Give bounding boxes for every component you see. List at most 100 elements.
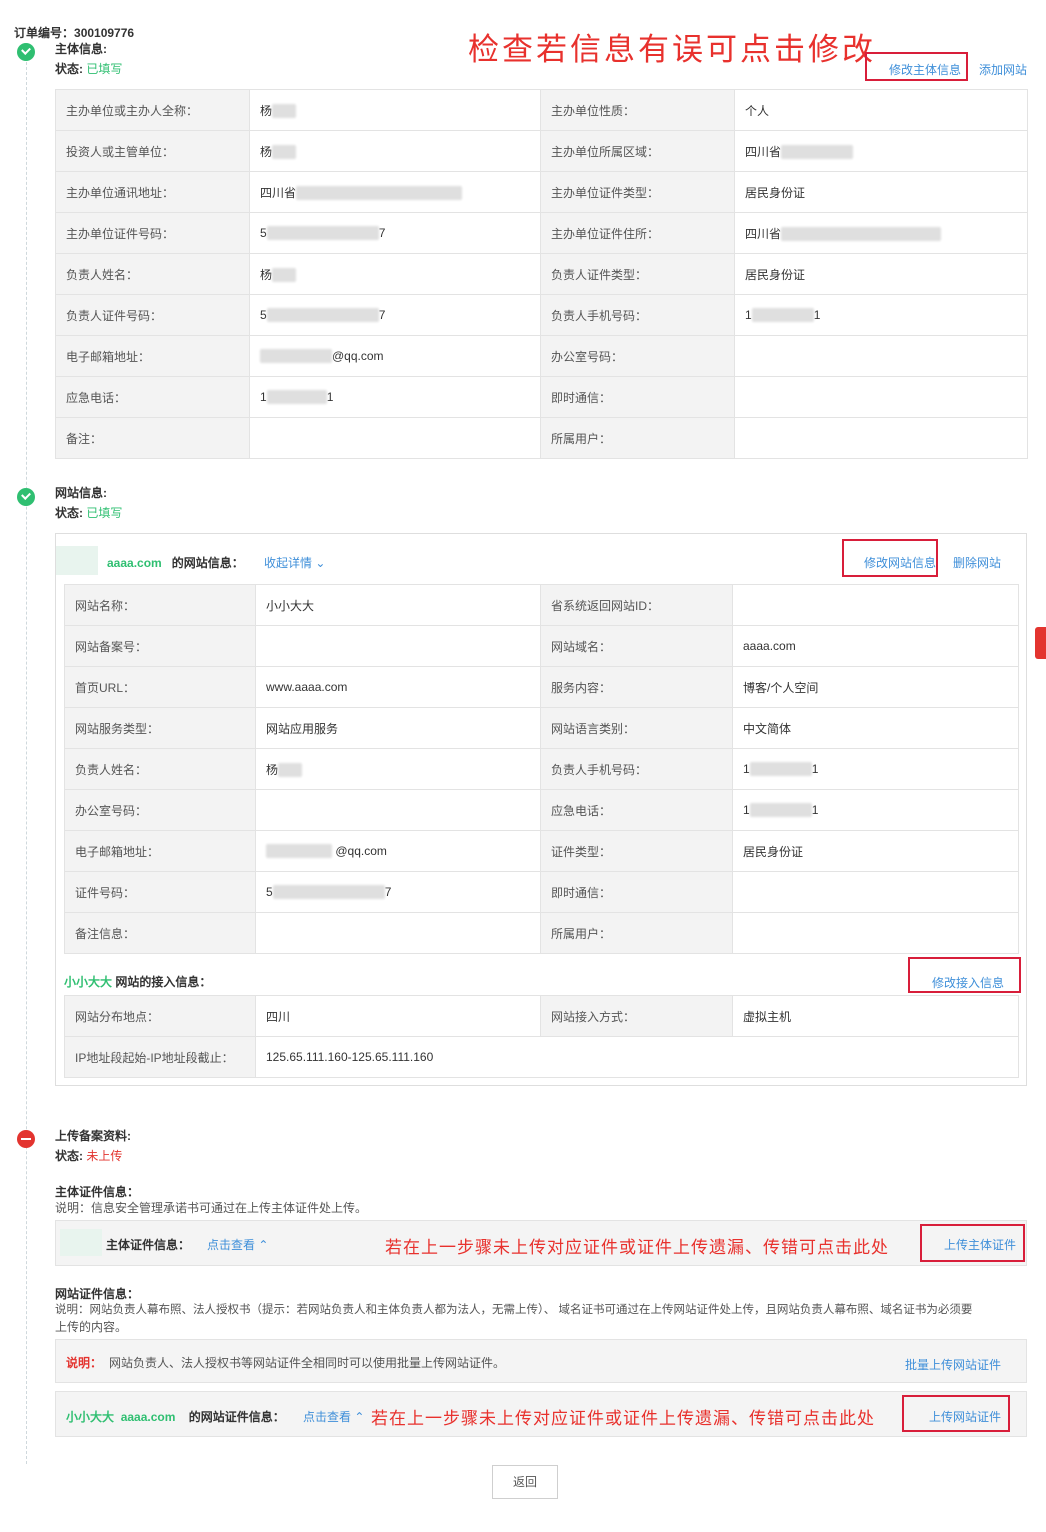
site-thumbnail bbox=[56, 546, 98, 575]
add-site-link[interactable]: 添加网站 bbox=[979, 61, 1027, 78]
field-label: 网站语言类别： bbox=[540, 707, 733, 749]
subject-status: 状态: 已填写 bbox=[55, 62, 123, 76]
field-value: 中文简体 bbox=[732, 707, 1019, 749]
field-label: 主办单位所属区域： bbox=[540, 130, 735, 172]
field-value: 杨 bbox=[249, 89, 541, 131]
website-table: 网站名称： 小小大大 省系统返回网站ID： 网站备案号： 网站域名： aaaa.… bbox=[64, 584, 1019, 954]
field-value: 虚拟主机 bbox=[732, 995, 1019, 1037]
website-title: 网站信息: bbox=[55, 486, 107, 500]
field-label: 备注： bbox=[55, 417, 250, 459]
field-value bbox=[732, 584, 1019, 626]
field-label: 所属用户： bbox=[540, 912, 733, 954]
view-main-cert-link[interactable]: 点击查看 ⌃ bbox=[207, 1236, 268, 1253]
chevron-up-icon: ⌃ bbox=[258, 1238, 269, 1252]
field-label: 负责人证件类型： bbox=[540, 253, 735, 295]
field-value: 57 bbox=[249, 294, 541, 336]
order-number: 订单编号：300109776 bbox=[14, 26, 135, 40]
field-label: 负责人手机号码： bbox=[540, 294, 735, 336]
edit-access-link[interactable]: 修改接入信息 bbox=[932, 974, 1004, 991]
field-value: 11 bbox=[734, 294, 1028, 336]
field-label: 主办单位通讯地址： bbox=[55, 171, 250, 213]
field-value: 小小大大 bbox=[255, 584, 541, 626]
field-value bbox=[732, 912, 1019, 954]
field-label: 应急电话： bbox=[55, 376, 250, 418]
field-label: 网站域名： bbox=[540, 625, 733, 667]
field-label: 证件号码： bbox=[64, 871, 256, 913]
table-row: 负责人证件号码： 57 负责人手机号码： 11 bbox=[55, 294, 1028, 336]
collapse-details-link[interactable]: 收起详情 ⌄ bbox=[264, 554, 325, 571]
annotation-upload-main: 若在上一步骤未上传对应证件或证件上传遗漏、传错可点击此处 bbox=[385, 1238, 889, 1258]
delete-website-link[interactable]: 删除网站 bbox=[953, 554, 1001, 571]
field-value: 57 bbox=[255, 871, 541, 913]
field-label: 证件类型： bbox=[540, 830, 733, 872]
table-row: 网站分布地点： 四川 网站接入方式： 虚拟主机 bbox=[64, 995, 1019, 1037]
field-value bbox=[255, 789, 541, 831]
field-value: 博客/个人空间 bbox=[732, 666, 1019, 708]
field-label: 办公室号码： bbox=[64, 789, 256, 831]
timeline-line bbox=[26, 52, 27, 1464]
field-label: 首页URL： bbox=[64, 666, 256, 708]
website-info-header: aaaa.com 的网站信息： bbox=[107, 556, 244, 570]
table-row: 主办单位通讯地址： 四川省 主办单位证件类型： 居民身份证 bbox=[55, 171, 1028, 213]
field-label: IP地址段起始-IP地址段截止： bbox=[64, 1036, 256, 1078]
table-row: 主办单位证件号码： 57 主办单位证件住所： 四川省 bbox=[55, 212, 1028, 254]
field-value bbox=[255, 912, 541, 954]
chevron-up-icon: ⌃ bbox=[354, 1410, 365, 1424]
field-value: 网站应用服务 bbox=[255, 707, 541, 749]
field-value: 杨 bbox=[249, 253, 541, 295]
field-value bbox=[732, 871, 1019, 913]
table-row: 办公室号码： 应急电话： 11 bbox=[64, 789, 1019, 831]
field-label: 主办单位证件号码： bbox=[55, 212, 250, 254]
table-row: 备注信息： 所属用户： bbox=[64, 912, 1019, 954]
table-row: IP地址段起始-IP地址段截止： 125.65.111.160-125.65.1… bbox=[64, 1036, 1019, 1078]
access-info-title: 小小大大 网站的接入信息： bbox=[64, 975, 212, 989]
field-label: 所属用户： bbox=[540, 417, 735, 459]
upload-title: 上传备案资料: bbox=[55, 1129, 131, 1143]
note-text: 网站负责人、法人授权书等网站证件全相同时可以使用批量上传网站证件。 bbox=[109, 1356, 506, 1370]
upload-main-cert-link[interactable]: 上传主体证件 bbox=[944, 1236, 1016, 1253]
view-site-cert-link[interactable]: 点击查看 ⌃ bbox=[303, 1408, 364, 1425]
field-value: 个人 bbox=[734, 89, 1028, 131]
table-row: 备注： 所属用户： bbox=[55, 417, 1028, 459]
field-label: 网站接入方式： bbox=[540, 995, 733, 1037]
field-label: 省系统返回网站ID： bbox=[540, 584, 733, 626]
main-cert-title: 主体证件信息： bbox=[55, 1185, 140, 1199]
table-row: 网站备案号： 网站域名： aaaa.com bbox=[64, 625, 1019, 667]
field-label: 负责人姓名： bbox=[55, 253, 250, 295]
access-table: 网站分布地点： 四川 网站接入方式： 虚拟主机 IP地址段起始-IP地址段截止：… bbox=[64, 995, 1019, 1078]
side-feedback-tab[interactable] bbox=[1035, 627, 1046, 659]
field-label: 负责人姓名： bbox=[64, 748, 256, 790]
field-label: 备注信息： bbox=[64, 912, 256, 954]
field-label: 服务内容： bbox=[540, 666, 733, 708]
field-value: 杨 bbox=[249, 130, 541, 172]
step-done-icon bbox=[17, 43, 35, 61]
field-value bbox=[734, 376, 1028, 418]
batch-upload-link[interactable]: 批量上传网站证件 bbox=[905, 1356, 1001, 1373]
field-value: 四川省 bbox=[249, 171, 541, 213]
back-button[interactable]: 返回 bbox=[492, 1465, 558, 1499]
upload-site-cert-link[interactable]: 上传网站证件 bbox=[929, 1408, 1001, 1425]
field-value bbox=[249, 417, 541, 459]
field-label: 办公室号码： bbox=[540, 335, 735, 377]
edit-website-link[interactable]: 修改网站信息 bbox=[864, 554, 936, 571]
field-label: 电子邮箱地址： bbox=[55, 335, 250, 377]
field-label: 主办单位证件住所： bbox=[540, 212, 735, 254]
site-cert-row-label: 小小大大 aaaa.com 的网站证件信息： bbox=[66, 1410, 285, 1424]
field-value: 四川 bbox=[255, 995, 541, 1037]
field-label: 网站服务类型： bbox=[64, 707, 256, 749]
subject-table: 主办单位或主办人全称： 杨 主办单位性质： 个人 投资人或主管单位： 杨 主办单… bbox=[55, 89, 1028, 459]
edit-subject-link[interactable]: 修改主体信息 bbox=[889, 61, 961, 78]
field-label: 即时通信： bbox=[540, 376, 735, 418]
step-done-icon bbox=[17, 488, 35, 506]
note-label: 说明： bbox=[66, 1356, 103, 1370]
field-value: 57 bbox=[249, 212, 541, 254]
field-value: 四川省 bbox=[734, 130, 1028, 172]
field-value: 杨 bbox=[255, 748, 541, 790]
upload-status: 状态: 未上传 bbox=[55, 1149, 123, 1163]
field-value bbox=[734, 417, 1028, 459]
field-label: 网站名称： bbox=[64, 584, 256, 626]
step-pending-icon bbox=[17, 1130, 35, 1148]
main-cert-row-label: 主体证件信息： bbox=[106, 1238, 191, 1252]
field-value: www.aaaa.com bbox=[255, 666, 541, 708]
field-label: 负责人证件号码： bbox=[55, 294, 250, 336]
